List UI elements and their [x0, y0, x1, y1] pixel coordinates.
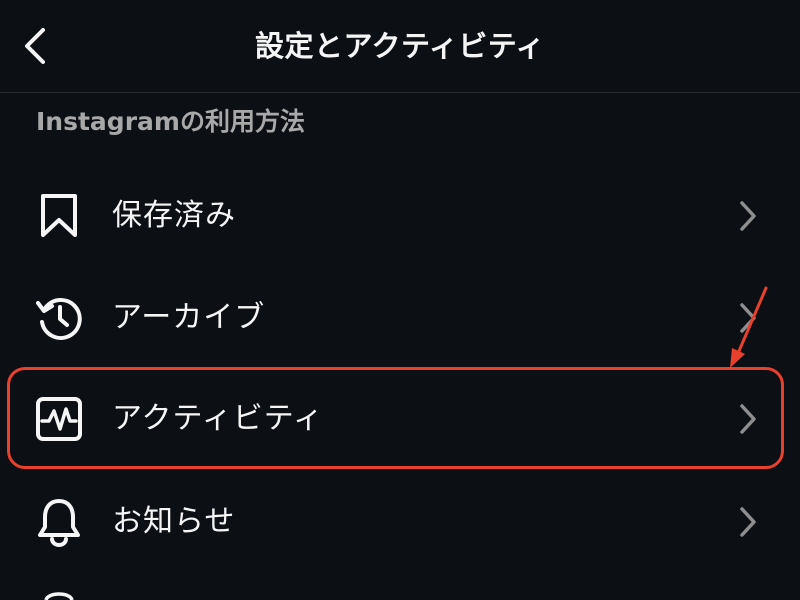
activity-icon — [34, 394, 84, 444]
menu-item-label: アーカイブ — [112, 300, 266, 335]
menu-item-label: お知らせ — [112, 504, 236, 539]
page-title: 設定とアクティビティ — [254, 29, 546, 63]
chevron-right-icon — [740, 303, 756, 333]
menu-item-saved[interactable]: 保存済み — [0, 165, 800, 265]
archive-history-icon — [34, 293, 84, 343]
menu-item-archive[interactable]: アーカイブ — [0, 267, 800, 367]
bell-icon — [34, 497, 84, 547]
settings-screen: 設定とアクティビティ Instagramの利用方法 保存済み アーカイブ アクテ… — [0, 0, 800, 600]
chevron-right-icon — [740, 507, 756, 537]
menu-item-label: アクティビティ — [112, 401, 324, 436]
menu-item-label: 保存済み — [112, 198, 236, 233]
chevron-right-icon — [740, 404, 756, 434]
chevron-right-icon — [740, 201, 756, 231]
header-bar: 設定とアクティビティ — [0, 0, 800, 93]
section-title: Instagramの利用方法 — [36, 107, 305, 136]
partial-next-icon — [44, 592, 74, 600]
menu-item-activity[interactable]: アクティビティ — [0, 368, 800, 468]
bookmark-icon — [34, 191, 84, 241]
menu-item-notifications[interactable]: お知らせ — [0, 471, 800, 571]
